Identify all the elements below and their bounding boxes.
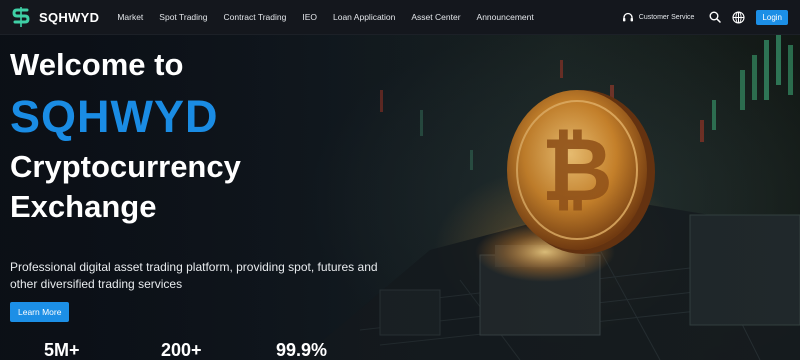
- stat-users: 5M+: [44, 340, 80, 360]
- menu-item-announcement[interactable]: Announcement: [477, 12, 534, 22]
- nav-actions: Customer Service Login: [622, 9, 788, 25]
- login-button[interactable]: Login: [756, 9, 788, 25]
- customer-service-link[interactable]: Customer Service: [622, 12, 695, 23]
- menu-item-market[interactable]: Market: [117, 12, 143, 22]
- search-icon: [709, 11, 722, 23]
- headline-brand: SQHWYD: [10, 91, 219, 142]
- menu-item-spot-trading[interactable]: Spot Trading: [159, 12, 207, 22]
- stats-row: 5M+ 200+ 99.9%: [44, 340, 327, 360]
- customer-service-label: Customer Service: [638, 13, 695, 21]
- logo[interactable]: SQHWYD: [12, 7, 99, 27]
- learn-more-button[interactable]: Learn More: [10, 302, 70, 322]
- language-icon: [732, 10, 745, 24]
- hero-subtitle: Professional digital asset trading platf…: [10, 260, 378, 291]
- menu-item-ieo[interactable]: IEO: [302, 12, 317, 22]
- stat-uptime: 99.9%: [276, 340, 328, 360]
- menu-item-contract-trading[interactable]: Contract Trading: [224, 12, 287, 22]
- headline-cryptocurrency: Cryptocurrency: [10, 149, 241, 184]
- menu-item-loan-application[interactable]: Loan Application: [333, 12, 395, 22]
- logo-icon: [12, 7, 30, 27]
- menu-item-asset-center[interactable]: Asset Center: [411, 12, 460, 22]
- headline-exchange: Exchange: [10, 189, 157, 224]
- headline-welcome: Welcome to: [10, 47, 184, 82]
- logo-text: SQHWYD: [39, 9, 100, 25]
- hero-headline: Welcome to SQHWYD Cryptocurrency Exchang…: [10, 45, 241, 227]
- language-button[interactable]: [731, 10, 745, 24]
- headset-icon: [622, 12, 633, 21]
- main-menu: Market Spot Trading Contract Trading IEO…: [117, 12, 549, 22]
- top-nav: SQHWYD Market Spot Trading Contract Trad…: [0, 0, 800, 35]
- search-button[interactable]: [708, 10, 722, 24]
- stat-assets: 200+: [161, 340, 202, 360]
